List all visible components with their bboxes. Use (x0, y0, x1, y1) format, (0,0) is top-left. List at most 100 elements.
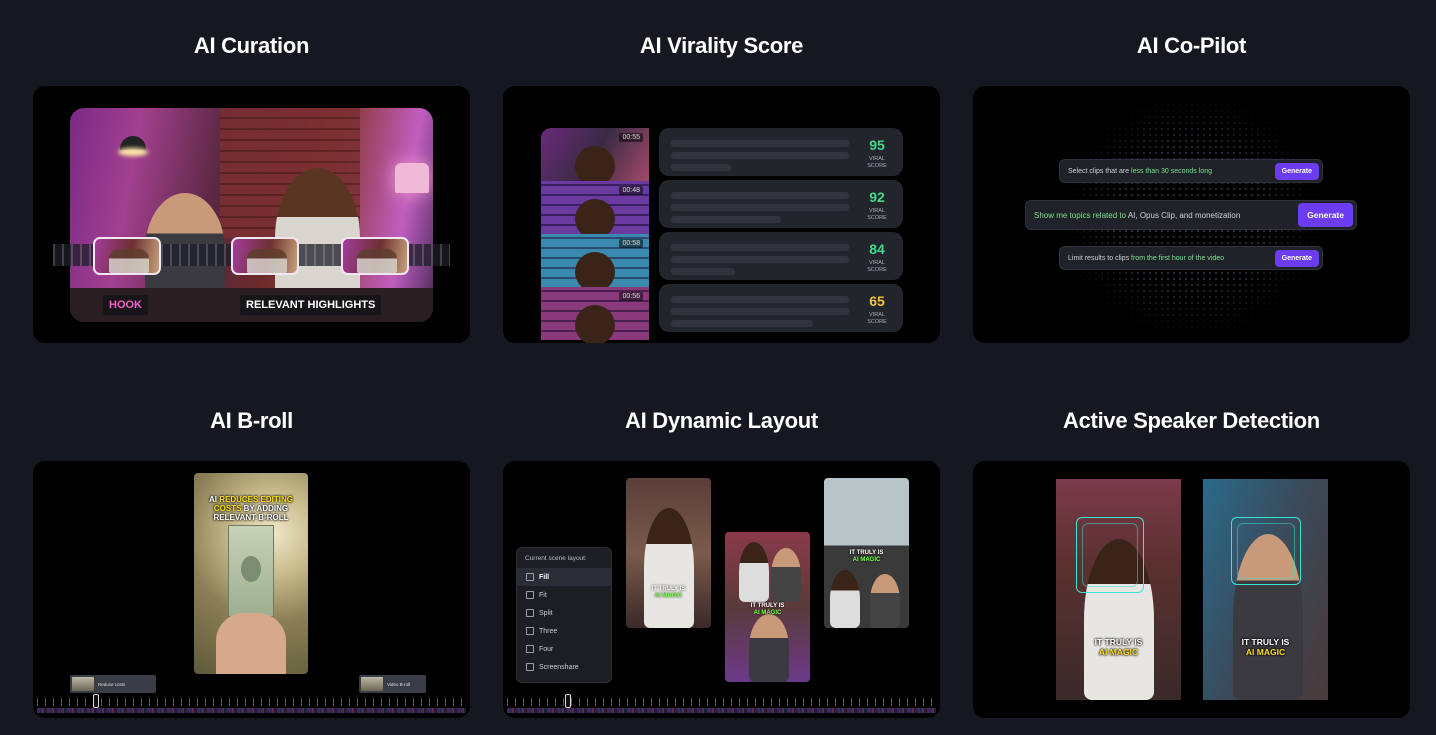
placeholder-bar (671, 268, 735, 275)
clip-frame[interactable]: 00:56 (541, 287, 649, 343)
table-lamp (395, 163, 429, 193)
feature-title: AI B-roll (210, 408, 293, 433)
layout-preview-screenshare[interactable]: IT TRULY IS AI MAGIC (824, 478, 909, 628)
score-row[interactable]: 65 VIRAL SCORE (659, 284, 903, 332)
speaker-detection-box (1082, 523, 1138, 587)
timeline-clip[interactable]: Reduce costs (70, 675, 156, 693)
audio-waveform (507, 708, 936, 713)
generate-button[interactable]: Generate (1274, 162, 1319, 180)
speaker-detection-box (1237, 523, 1295, 579)
scene-layout-title: Current scene layout: (525, 555, 587, 562)
placeholder-bar (671, 244, 849, 251)
speaker-figure (749, 614, 789, 682)
feature-preview-card[interactable]: 00:55 00:48 00:58 00:56 95 VIRAL SCORE 9… (503, 86, 940, 343)
playhead-handle[interactable] (93, 694, 99, 708)
prompt-text: Limit results to clips from the first ho… (1068, 254, 1225, 262)
speaker-head (575, 252, 615, 292)
editing-timeline[interactable] (507, 694, 936, 714)
three-icon (526, 627, 534, 635)
hook-label: HOOK (103, 295, 148, 315)
placeholder-bar (671, 152, 849, 159)
layout-option-split[interactable]: Split (517, 604, 611, 622)
dollar-bill-image (228, 525, 274, 617)
feature-ai-virality-score: AI Virality Score 00:55 00:48 00:58 00:5… (503, 31, 940, 343)
feature-title: AI Dynamic Layout (625, 408, 818, 433)
viral-score-label: VIRAL SCORE (867, 260, 887, 273)
placeholder-bar (671, 140, 849, 147)
feature-ai-dynamic-layout: AI Dynamic Layout Current scene layout: … (503, 406, 940, 718)
clip-frame[interactable]: 00:55 (541, 128, 649, 186)
viral-score-value: 92 (869, 189, 885, 205)
feature-title: Active Speaker Detection (1063, 408, 1320, 433)
generate-button[interactable]: Generate (1274, 249, 1319, 267)
feature-ai-co-pilot: AI Co-Pilot Select clips that are less t… (973, 31, 1410, 343)
clip-timestamp: 00:55 (619, 133, 643, 142)
clip-frame[interactable]: 00:48 (541, 181, 649, 239)
placeholder-bar (671, 216, 781, 223)
prompt-text: Show me topics related to AI, Opus Clip,… (1034, 210, 1241, 220)
layout-option-screenshare[interactable]: Screenshare (517, 658, 611, 676)
feature-preview-card[interactable]: AI REDUCES EDITING COSTS BY ADDING RELEV… (33, 461, 470, 718)
viral-score-label: VIRAL SCORE (867, 208, 887, 221)
highlight-thumbnail[interactable] (231, 237, 299, 275)
virality-score-list: 95 VIRAL SCORE 92 VIRAL SCORE 84 VIRAL SCOR… (659, 128, 903, 343)
clip-frames: 00:55 00:48 00:58 00:56 (541, 128, 649, 343)
four-icon (526, 645, 534, 653)
layout-preview-split[interactable]: IT TRULY IS AI MAGIC (725, 532, 810, 682)
feature-ai-curation: AI Curation HOOK RELEVANT HIGHLIGHTS (33, 31, 470, 343)
feature-preview-card[interactable]: Current scene layout: Fill Fit Split Thr… (503, 461, 940, 718)
feature-title: AI Curation (193, 33, 310, 58)
generate-button[interactable]: Generate (1298, 203, 1353, 227)
scene-layout-menu: Current scene layout: Fill Fit Split Thr… (516, 547, 612, 683)
editing-timeline[interactable] (37, 694, 466, 714)
speaker-head (575, 199, 615, 239)
score-row[interactable]: 95 VIRAL SCORE (659, 128, 903, 176)
layout-option-fit[interactable]: Fit (517, 586, 611, 604)
speaker-head (575, 146, 615, 186)
clip-label: Reduce costs (98, 681, 126, 687)
layout-option-four[interactable]: Four (517, 640, 611, 658)
feature-grid: AI Curation HOOK RELEVANT HIGHLIGHTS AI … (0, 0, 1436, 735)
clip-frame[interactable]: 00:58 (541, 234, 649, 292)
relevant-highlights-label: RELEVANT HIGHLIGHTS (240, 295, 382, 315)
prompt-bar[interactable]: Show me topics related to AI, Opus Clip,… (1025, 200, 1357, 230)
feature-preview-card[interactable]: Select clips that are less than 30 secon… (973, 86, 1410, 343)
fill-icon (526, 573, 534, 581)
speaker-figure (771, 548, 801, 602)
hand-image (216, 613, 286, 674)
speaker-video-left[interactable]: IT TRULY IS AI MAGIC (1056, 479, 1181, 700)
layout-option-fill[interactable]: Fill (517, 568, 611, 586)
prompt-bar[interactable]: Limit results to clips from the first ho… (1059, 246, 1323, 270)
prompt-bar[interactable]: Select clips that are less than 30 secon… (1059, 159, 1323, 183)
feature-active-speaker-detection: Active Speaker Detection IT TRULY IS AI M… (973, 406, 1410, 718)
speaker-video-right[interactable]: IT TRULY IS AI MAGIC (1203, 479, 1328, 700)
viral-score-value: 95 (869, 137, 885, 153)
placeholder-bar (671, 204, 849, 211)
timeline-ticks (507, 698, 936, 706)
score-row[interactable]: 92 VIRAL SCORE (659, 180, 903, 228)
clip-timestamp: 00:48 (619, 186, 643, 195)
placeholder-bar (671, 192, 849, 199)
playhead-handle[interactable] (565, 694, 571, 708)
video-caption: IT TRULY IS AI MAGIC (750, 603, 785, 616)
feature-preview-card[interactable]: HOOK RELEVANT HIGHLIGHTS (33, 86, 470, 343)
viral-score-label: VIRAL SCORE (867, 312, 887, 325)
score-row[interactable]: 84 VIRAL SCORE (659, 232, 903, 280)
highlight-thumbnail[interactable] (341, 237, 409, 275)
layout-option-three[interactable]: Three (517, 622, 611, 640)
layout-preview-fill[interactable]: IT TRULY IS AI MAGIC (626, 478, 711, 628)
feature-title: AI Virality Score (639, 33, 804, 58)
placeholder-bar (671, 308, 849, 315)
prompt-text: Select clips that are less than 30 secon… (1068, 167, 1212, 175)
feature-preview-card[interactable]: IT TRULY IS AI MAGIC IT TRULY IS AI MAGIC (973, 461, 1410, 718)
speaker-figure (644, 508, 694, 628)
timeline-clip[interactable]: Video B-roll (359, 675, 426, 693)
clip-timestamp: 00:58 (619, 239, 643, 248)
speaker-figure (739, 542, 769, 602)
fit-icon (526, 591, 534, 599)
speaker-head (575, 305, 615, 343)
highlight-thumbnail[interactable] (93, 237, 161, 275)
viral-score-label: VIRAL SCORE (867, 156, 887, 169)
audio-waveform (37, 708, 466, 713)
clip-timestamp: 00:56 (619, 292, 643, 301)
